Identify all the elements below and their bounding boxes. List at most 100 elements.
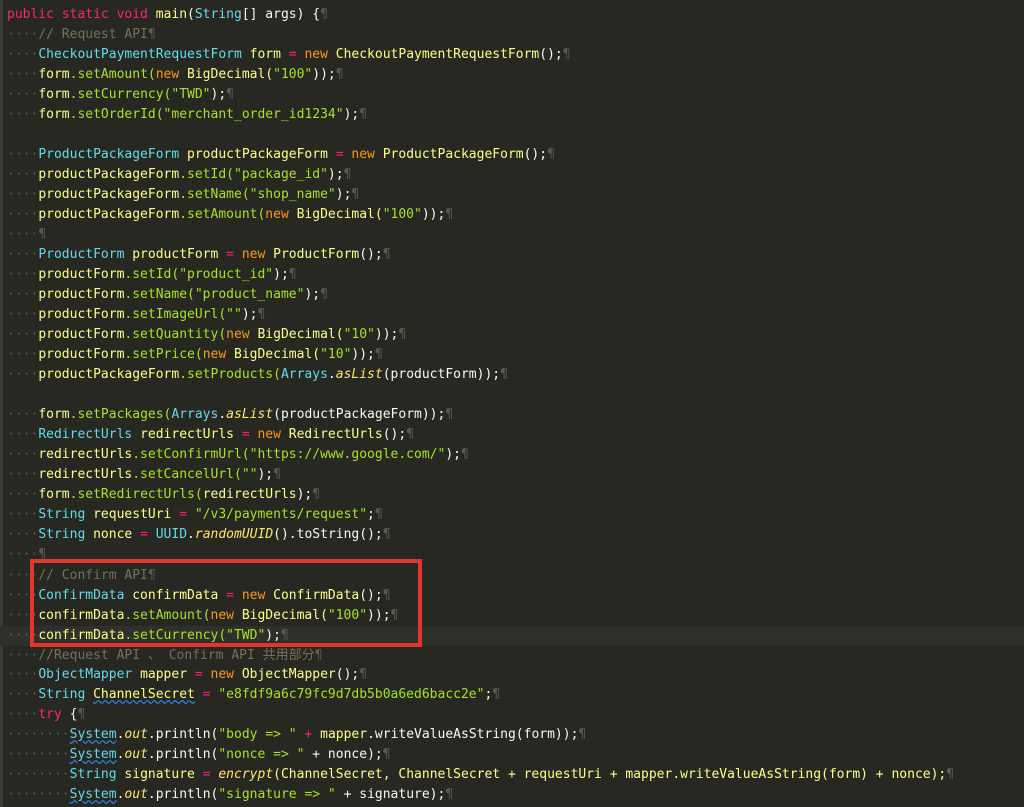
type-name: System [69,787,117,802]
code-line[interactable]: ····productPackageForm.setProducts(Array… [7,365,508,385]
code-line[interactable]: ····ObjectMapper mapper = new ObjectMapp… [7,665,367,685]
indent-guide: ···· [7,207,39,222]
code-line[interactable]: ····form.setPackages(Arrays.asList(produ… [7,405,453,425]
code-line[interactable]: ········String signature = encrypt(Chann… [7,765,954,785]
string-literal: "body => " [218,727,297,742]
code-line[interactable]: ····// Request API¶ [7,25,156,45]
method-call: .writeValueAsString(form)); [367,727,579,742]
constructor: BigDecimal( [257,327,344,342]
code-line[interactable]: ····String nonce = UUID.randomUUID().toS… [7,525,391,545]
static-method: encrypt [218,767,274,782]
variable: redirectUrls [38,467,133,482]
type-name: RedirectUrls [38,427,141,442]
type-name: String [38,507,94,522]
pilcrow: ¶ [390,608,399,623]
constructor: BigDecimal( [234,347,321,362]
code-line[interactable]: ····confirmData.setCurrency("TWD");¶ [7,626,289,646]
variable: form [38,407,70,422]
code-line[interactable]: ····redirectUrls.setCancelUrl("");¶ [7,465,281,485]
indent-guide: ···· [7,347,39,362]
punct: )); [351,347,375,362]
code-line[interactable]: ········System.out.println("nonce => " +… [7,745,391,765]
code-line[interactable]: ····String ChannelSecret = "e8fdf9a6c79f… [7,685,500,705]
code-line[interactable]: ····productPackageForm.setAmount(new Big… [7,205,453,225]
pilcrow: ¶ [382,747,391,762]
code-line[interactable]: ····RedirectUrls redirectUrls = new Redi… [7,425,414,445]
code-line[interactable]: ····String requestUri = "/v3/payments/re… [7,505,383,525]
pilcrow: ¶ [226,87,234,102]
type-name: ProductForm [38,247,133,262]
code-line[interactable]: ····CheckoutPaymentRequestForm form = ne… [7,45,571,65]
code-line[interactable]: ····confirmData.setAmount(new BigDecimal… [7,606,398,626]
punct: (); [359,588,383,603]
indent-guide: ···· [7,667,39,682]
code-line[interactable]: ········System.out.println("signature =>… [7,785,453,805]
code-line[interactable]: ····// Confirm API¶ [7,566,156,586]
code-line[interactable]: ····productForm.setQuantity(new BigDecim… [7,325,406,345]
punct: ); [265,628,281,643]
string-literal: "100" [327,608,368,623]
keyword-new: new [241,588,274,603]
code-editor[interactable]: public static void main(String[] args) {… [0,0,1024,807]
string-literal: "e8fdf9a6c79fc9d7db5b0a6ed6bacc2e" [218,687,485,702]
code-line[interactable]: ····form.setCurrency("TWD");¶ [7,85,234,105]
constructor: BigDecimal( [241,608,328,623]
code-line[interactable]: ····//Request API 、 Confirm API 共用部分¶ [7,646,322,666]
code-line[interactable]: public static void main(String[] args) {… [7,5,328,25]
code-line[interactable]: ····form.setRedirectUrls(redirectUrls);¶ [7,485,320,505]
pilcrow: ¶ [351,187,360,202]
string-literal: "merchant_order_id1234" [163,107,344,122]
variable: productPackageForm [38,207,180,222]
operator: + [296,727,321,742]
code-line[interactable]: ····¶ [7,545,46,565]
type-name: System [69,727,117,742]
indent-guide: ···· [7,628,39,643]
code-line[interactable]: ····productForm.setPrice(new BigDecimal(… [7,345,383,365]
expression: (ChannelSecret, ChannelSecret + requestU… [273,767,947,782]
code-line[interactable]: ····productForm.setName("product_name");… [7,285,328,305]
code-line[interactable]: ····ProductPackageForm productPackageFor… [7,145,555,165]
code-line[interactable]: ········System.out.println("body => " + … [7,725,586,745]
indent-guide: ···· [7,187,39,202]
code-line[interactable]: ····form.setAmount(new BigDecimal("100")… [7,65,344,85]
code-line[interactable]: ····productPackageForm.setName("shop_nam… [7,185,359,205]
string-literal: "product_id" [179,267,274,282]
type-name: ConfirmData [38,588,133,603]
pilcrow: ¶ [374,507,383,522]
code-line[interactable]: ····ProductForm productForm = new Produc… [7,245,391,265]
method-call: .println( [147,747,219,762]
pilcrow: ¶ [38,547,47,562]
indent-guide: ···· [7,247,39,262]
method-call: .setConfirmUrl( [132,447,250,462]
code-line[interactable]: ····redirectUrls.setConfirmUrl("https://… [7,445,469,465]
punct: )); [312,67,336,82]
method-call: .setQuantity( [124,327,227,342]
code-line[interactable]: ····productPackageForm.setId("package_id… [7,165,351,185]
keyword-new: new [265,207,297,222]
expression: + nonce); [304,747,383,762]
code-line[interactable]: ····productForm.setImageUrl("");¶ [7,305,265,325]
string-literal: "product_name" [194,287,305,302]
keyword-new: new [210,667,242,682]
type-name: CheckoutPaymentRequestForm [38,47,250,62]
code-line[interactable]: ····try {¶ [7,705,85,725]
code-line[interactable]: ····productForm.setId("product_id");¶ [7,265,297,285]
variable: redirectUrls [38,447,133,462]
indent-guide: ········ [7,727,70,742]
static-method: asList [226,407,274,422]
method-call: .println( [147,727,219,742]
method-call: .setRedirectUrls( [69,487,203,502]
type-name: UUID [155,527,188,542]
code-line[interactable]: ····ConfirmData confirmData = new Confir… [7,586,391,606]
method-call: .setCurrency( [124,628,227,643]
keyword-new: new [351,147,383,162]
variable: productPackageForm [38,367,180,382]
punct: ); [327,167,344,182]
operator: = [194,667,211,682]
pilcrow: ¶ [460,447,469,462]
pilcrow: ¶ [273,467,281,482]
pilcrow: ¶ [445,787,454,802]
code-line[interactable]: ····form.setOrderId("merchant_order_id12… [7,105,367,125]
code-line[interactable]: ····¶ [7,225,46,245]
constructor: ProductForm [273,247,360,262]
